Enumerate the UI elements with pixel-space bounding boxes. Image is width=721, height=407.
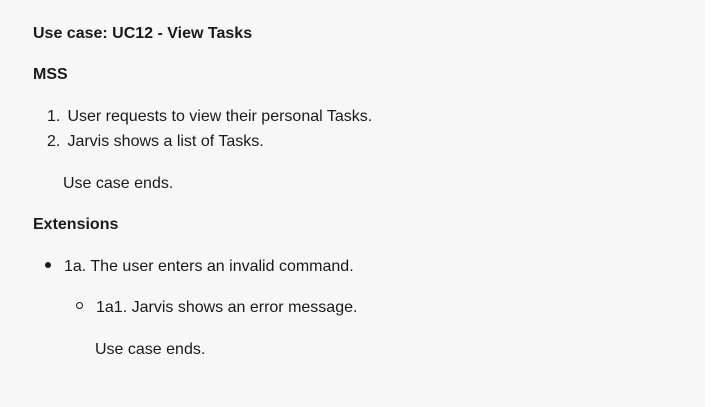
- mss-heading: MSS: [33, 66, 68, 83]
- mss-step-text: Jarvis shows a list of Tasks.: [67, 133, 264, 150]
- mss-step: 1. User requests to view their personal …: [47, 108, 372, 126]
- mss-step-number: 2.: [47, 133, 61, 150]
- mss-step: 2. Jarvis shows a list of Tasks.: [47, 133, 264, 151]
- extension-sub-item-text: 1a1. Jarvis shows an error message.: [96, 299, 358, 316]
- extensions-heading: Extensions: [33, 216, 119, 233]
- use-case-title: Use case: UC12 - View Tasks: [33, 25, 253, 42]
- document-page: Use case: UC12 - View Tasks MSS 1. User …: [0, 0, 705, 407]
- bullet-disc-icon: [45, 261, 51, 268]
- mss-step-text: User requests to view their personal Tas…: [67, 108, 373, 125]
- mss-step-number: 1.: [47, 108, 61, 125]
- extension-item: 1a. The user enters an invalid command.: [45, 258, 354, 276]
- mss-end-note: Use case ends.: [63, 175, 174, 192]
- extension-sub-item: 1a1. Jarvis shows an error message.: [76, 299, 357, 317]
- bullet-circle-icon: [76, 302, 83, 310]
- extension-end-note: Use case ends.: [95, 341, 206, 358]
- extension-item-text: 1a. The user enters an invalid command.: [64, 258, 354, 275]
